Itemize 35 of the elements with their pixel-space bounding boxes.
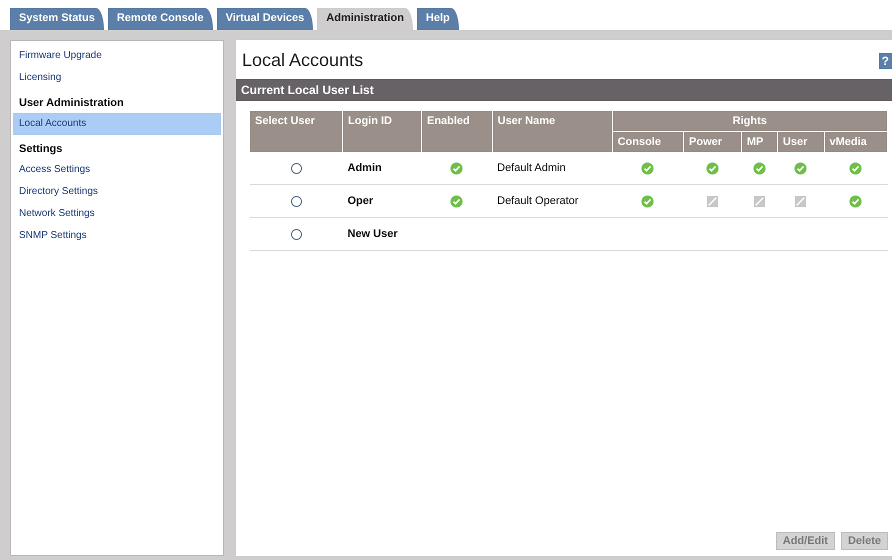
- sidebar-heading: User Administration: [18, 96, 125, 111]
- table-cell: Default Operator: [497, 195, 578, 207]
- table-cell: Oper: [348, 195, 374, 207]
- column-header: Login ID: [342, 111, 422, 152]
- nav-tab[interactable]: System Status: [10, 8, 104, 30]
- table-cell: Admin: [348, 162, 382, 174]
- column-header: Enabled: [421, 111, 492, 152]
- column-group-header: Rights: [612, 111, 888, 132]
- sidebar-item[interactable]: Licensing: [13, 67, 221, 89]
- sidebar-item[interactable]: Network Settings: [13, 203, 221, 225]
- section-header: Current Local User List: [236, 79, 892, 101]
- table-cell: Default Admin: [497, 162, 566, 174]
- column-header: Console: [612, 132, 684, 152]
- sidebar-item[interactable]: SNMP Settings: [13, 225, 221, 247]
- radio-button[interactable]: [290, 196, 302, 207]
- nav-tab[interactable]: Remote Console: [108, 8, 213, 30]
- table-cell: New User: [348, 228, 398, 240]
- nav-tab[interactable]: Administration: [317, 8, 413, 30]
- column-header: Power: [684, 132, 742, 152]
- sidebar-item[interactable]: Directory Settings: [13, 181, 221, 203]
- sidebar-heading: Settings: [18, 142, 64, 157]
- radio-button[interactable]: [290, 228, 302, 240]
- radio-button[interactable]: [290, 162, 302, 174]
- column-header: User: [777, 132, 824, 152]
- page-title: Local Accounts: [242, 50, 364, 71]
- sidebar-item[interactable]: Access Settings: [13, 159, 221, 181]
- column-header: MP: [741, 132, 778, 152]
- help-button[interactable]: ?: [878, 52, 892, 68]
- nav-tab[interactable]: Virtual Devices: [216, 8, 314, 30]
- nav-tab[interactable]: Help: [416, 8, 459, 30]
- column-header: User Name: [492, 111, 612, 152]
- column-header: Select User: [250, 111, 342, 152]
- column-header: vMedia: [824, 132, 888, 152]
- sidebar-item[interactable]: Firmware Upgrade: [13, 45, 221, 67]
- sidebar-item[interactable]: Local Accounts: [13, 113, 221, 135]
